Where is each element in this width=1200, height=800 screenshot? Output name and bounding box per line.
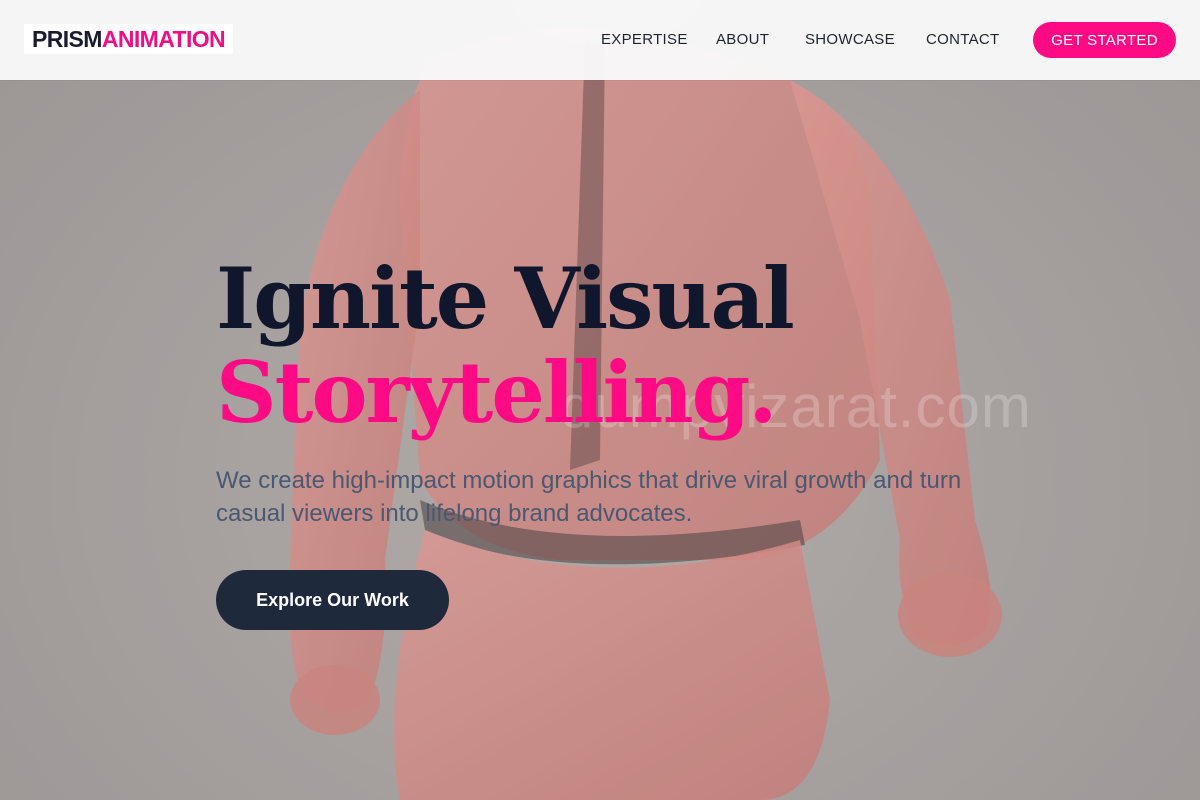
explore-our-work-button[interactable]: Explore Our Work	[216, 570, 449, 630]
get-started-button[interactable]: GET STARTED	[1033, 22, 1176, 58]
brand-name-animation: ANIMATION	[101, 26, 226, 52]
hero-headline-line2: Storytelling.	[216, 343, 778, 442]
nav-link-showcase[interactable]: SHOWCASE	[805, 31, 895, 48]
brand-logo[interactable]: PRISMANIMATION	[24, 24, 234, 54]
hero-headline: Ignite Visual Storytelling.	[216, 249, 795, 442]
brand-name-prism: PRISM	[32, 26, 102, 52]
nav-link-contact[interactable]: CONTACT	[926, 31, 999, 48]
nav-link-expertise[interactable]: EXPERTISE	[601, 31, 688, 48]
hero-headline-line1: Ignite Visual	[216, 249, 795, 348]
site-header: PRISMANIMATION EXPERTISE ABOUT SHOWCASE …	[0, 0, 1200, 80]
nav-link-about[interactable]: ABOUT	[716, 31, 769, 48]
hero-subtitle: We create high-impact motion graphics th…	[216, 467, 962, 527]
